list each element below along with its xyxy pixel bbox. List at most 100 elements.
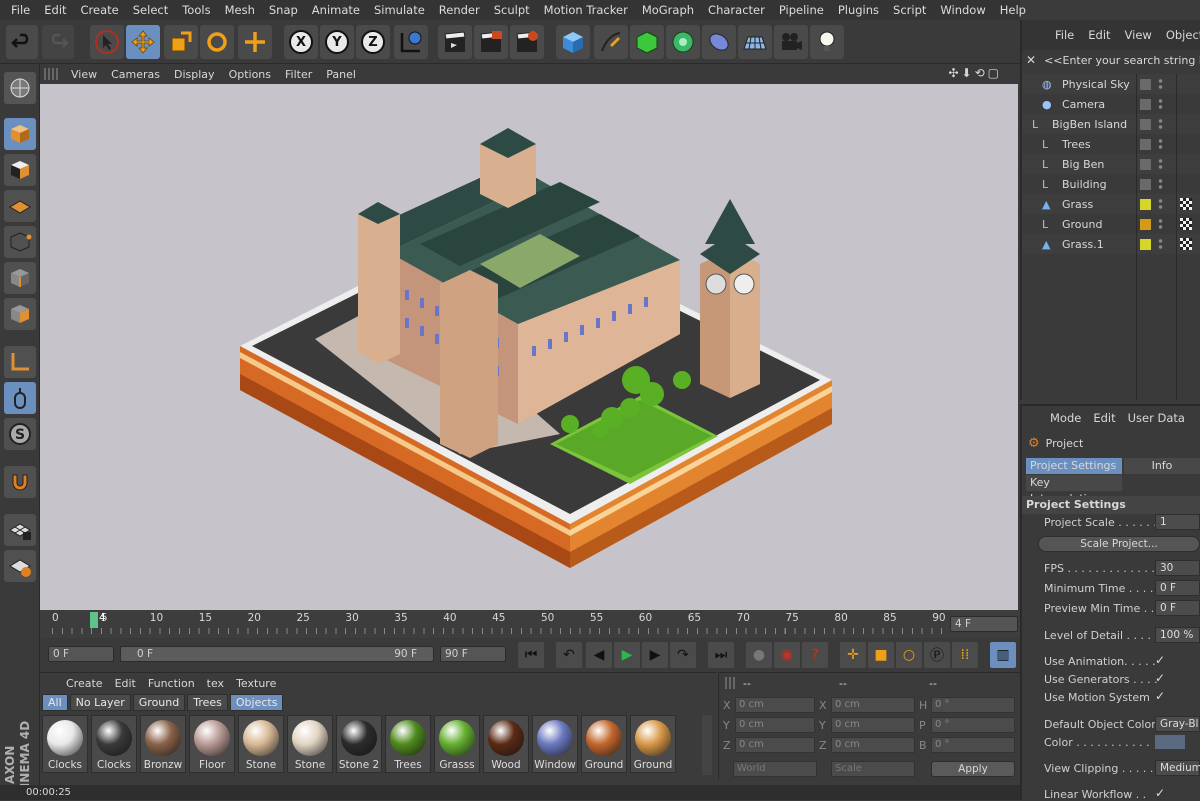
attr-checkbox[interactable]: ✓ xyxy=(1155,653,1165,667)
render-settings-button[interactable] xyxy=(510,25,544,59)
record-active-button[interactable]: ● xyxy=(746,642,772,668)
viewport-menu-view[interactable]: View xyxy=(64,68,104,81)
texture-tag-icon[interactable] xyxy=(1180,198,1192,210)
autokey-button[interactable]: ◉ xyxy=(774,642,800,668)
material-swatch[interactable]: Stone xyxy=(238,715,284,773)
object-row-grass[interactable]: ▲ Grass xyxy=(1022,194,1200,214)
material-tab-trees[interactable]: Trees xyxy=(187,694,228,711)
visibility-dots-icon[interactable] xyxy=(1158,98,1163,110)
coordinate-system-button[interactable] xyxy=(394,25,428,59)
material-swatch[interactable]: Clocks xyxy=(42,715,88,773)
model-mode-button[interactable] xyxy=(4,118,36,150)
polygons-mode-button[interactable] xyxy=(4,298,36,330)
solo-mode-button[interactable]: S xyxy=(4,418,36,450)
material-swatch[interactable]: Grasss xyxy=(434,715,480,773)
attr-checkbox[interactable]: ✓ xyxy=(1155,689,1165,703)
redo-button[interactable] xyxy=(42,25,74,59)
key-position-button[interactable]: ✛ xyxy=(840,642,866,668)
object-row-physical-sky[interactable]: ◍ Physical Sky xyxy=(1022,74,1200,94)
texture-mode-button[interactable] xyxy=(4,154,36,186)
cube-object-button[interactable] xyxy=(556,25,590,59)
deformer-button[interactable] xyxy=(702,25,736,59)
menu-file[interactable]: File xyxy=(4,3,37,17)
material-menu-texture[interactable]: Texture xyxy=(230,677,282,690)
undo-button[interactable] xyxy=(6,25,38,59)
tab-project-settings[interactable]: Project Settings xyxy=(1026,458,1122,474)
texture-tag-icon[interactable] xyxy=(1180,238,1192,250)
timeline-playhead[interactable] xyxy=(90,612,98,628)
z-axis-lock-button[interactable]: Z xyxy=(356,25,390,59)
floor-object-button[interactable] xyxy=(738,25,772,59)
coord-rotation-field[interactable]: 0 ° xyxy=(931,737,1015,753)
preview-range-slider[interactable]: 0 F 90 F xyxy=(120,646,434,662)
object-row-trees[interactable]: L Trees xyxy=(1022,134,1200,154)
menu-select[interactable]: Select xyxy=(126,3,175,17)
key-pla-button[interactable]: ⁞⁞ xyxy=(952,642,978,668)
attr-value-field[interactable]: Gray-Bl xyxy=(1155,716,1200,732)
object-row-bigben-island[interactable]: L BigBen Island xyxy=(1022,114,1200,134)
y-axis-lock-button[interactable]: Y xyxy=(320,25,354,59)
menu-animate[interactable]: Animate xyxy=(305,3,367,17)
viewport-menu-filter[interactable]: Filter xyxy=(278,68,319,81)
live-selection-button[interactable] xyxy=(90,25,124,59)
layer-toggle-icon[interactable] xyxy=(1140,118,1151,130)
enable-axis-button[interactable] xyxy=(4,514,36,546)
coord-rotation-field[interactable]: 0 ° xyxy=(931,717,1015,733)
object-menu-file[interactable]: File xyxy=(1048,28,1081,42)
object-row-big-ben[interactable]: L Big Ben xyxy=(1022,154,1200,174)
material-swatch[interactable]: Clocks xyxy=(91,715,137,773)
layer-toggle-icon[interactable] xyxy=(1140,178,1151,190)
timeline-scheme-button[interactable]: ▥ xyxy=(990,642,1016,668)
close-icon[interactable]: ✕ xyxy=(1026,53,1036,67)
material-menu-tex[interactable]: tex xyxy=(201,677,230,690)
attr-checkbox[interactable]: ✓ xyxy=(1155,671,1165,685)
visibility-dots-icon[interactable] xyxy=(1158,198,1163,210)
visibility-dots-icon[interactable] xyxy=(1158,118,1163,130)
material-swatch[interactable]: Floor xyxy=(189,715,235,773)
material-swatch[interactable]: Stone 2 xyxy=(336,715,382,773)
visibility-dots-icon[interactable] xyxy=(1158,178,1163,190)
key-rotation-button[interactable]: ○ xyxy=(896,642,922,668)
pen-spline-button[interactable] xyxy=(594,25,628,59)
previous-frame-button[interactable]: ◀ xyxy=(586,642,612,668)
points-mode-button[interactable] xyxy=(4,226,36,258)
coordinate-system-dropdown[interactable]: World xyxy=(733,761,817,777)
attr-value-field[interactable]: 1 xyxy=(1155,514,1200,530)
material-tab-ground[interactable]: Ground xyxy=(132,694,186,711)
menu-edit[interactable]: Edit xyxy=(37,3,73,17)
material-tab-no-layer[interactable]: No Layer xyxy=(69,694,131,711)
subdivision-surface-button[interactable] xyxy=(630,25,664,59)
transform-tool-button[interactable] xyxy=(238,25,272,59)
make-editable-button[interactable] xyxy=(4,72,36,104)
move-tool-button[interactable] xyxy=(126,25,160,59)
visibility-dots-icon[interactable] xyxy=(1158,218,1163,230)
layer-toggle-icon[interactable] xyxy=(1140,158,1151,170)
viewport-menu-cameras[interactable]: Cameras xyxy=(104,68,167,81)
material-scrollbar[interactable] xyxy=(702,715,712,775)
menu-mesh[interactable]: Mesh xyxy=(218,3,262,17)
rotate-tool-button[interactable] xyxy=(200,25,234,59)
layer-toggle-icon[interactable] xyxy=(1140,238,1151,250)
menu-simulate[interactable]: Simulate xyxy=(367,3,432,17)
material-tab-all[interactable]: All xyxy=(42,694,68,711)
visibility-dots-icon[interactable] xyxy=(1158,238,1163,250)
keyframe-selection-button[interactable]: ? xyxy=(802,642,828,668)
material-swatch[interactable]: Stone xyxy=(287,715,333,773)
3d-viewport[interactable] xyxy=(40,84,1018,610)
material-menu-function[interactable]: Function xyxy=(142,677,201,690)
material-menu-edit[interactable]: Edit xyxy=(109,677,142,690)
camera-object-button[interactable] xyxy=(774,25,808,59)
layer-toggle-icon[interactable] xyxy=(1140,138,1151,150)
viewport-nav-icons[interactable]: ✣⬇⟲▢ xyxy=(948,66,1002,80)
object-row-ground[interactable]: L Ground xyxy=(1022,214,1200,234)
coord-position-field[interactable]: 0 cm xyxy=(735,717,815,733)
object-row-camera[interactable]: ● Camera xyxy=(1022,94,1200,114)
current-frame-field[interactable]: 4 F xyxy=(950,616,1018,632)
next-key-button[interactable]: ↷ xyxy=(670,642,696,668)
material-swatch[interactable]: Bronzw xyxy=(140,715,186,773)
snap-toggle-button[interactable] xyxy=(4,466,36,498)
viewport-menu-display[interactable]: Display xyxy=(167,68,222,81)
object-menu-edit[interactable]: Edit xyxy=(1081,28,1117,42)
visibility-dots-icon[interactable] xyxy=(1158,78,1163,90)
menu-motion-tracker[interactable]: Motion Tracker xyxy=(537,3,635,17)
